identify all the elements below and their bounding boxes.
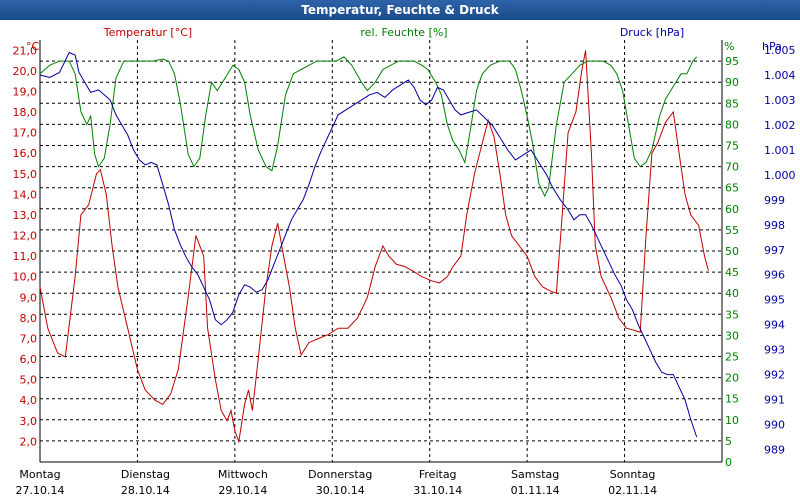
humidity-tick-label: 50 — [725, 245, 739, 258]
x-axis-date-label: 01.11.14 — [511, 484, 560, 497]
humidity-tick-label: 15 — [725, 393, 739, 406]
x-axis-date-label: 29.10.14 — [218, 484, 267, 497]
pressure-tick-label: 1.001 — [764, 144, 796, 157]
temperature-tick-label: 16,0 — [13, 147, 38, 160]
temperature-tick-label: 4,0 — [20, 394, 38, 407]
chart-series — [39, 50, 709, 444]
pressure-tick-label: 990 — [764, 419, 785, 432]
humidity-tick-label: 65 — [725, 182, 739, 195]
humidity-tick-label: 25 — [725, 351, 739, 364]
humidity-tick-label: 0 — [725, 456, 732, 469]
humidity-tick-label: 40 — [725, 287, 739, 300]
humidity-tick-label: 75 — [725, 140, 739, 153]
chart-title: Temperatur, Feuchte & Druck — [0, 0, 800, 20]
temperature-tick-label: 17,0 — [13, 127, 38, 140]
temperature-tick-label: 11,0 — [13, 250, 38, 263]
x-axis-date-label: 31.10.14 — [413, 484, 462, 497]
temperature-tick-label: 6,0 — [20, 353, 38, 366]
x-axis-labels: Montag 27.10.14 Dienstag 28.10.14 Mittwoch 29… — [16, 468, 658, 497]
pressure-tick-label: 992 — [764, 369, 785, 382]
x-axis-day-label: Freitag — [419, 468, 457, 481]
humidity-tick-label: 20 — [725, 372, 739, 385]
pressure-tick-label: 998 — [764, 219, 785, 232]
humidity-line — [39, 56, 698, 198]
pressure-tick-label: 1.003 — [764, 94, 796, 107]
x-axis-day-label: Samstag — [511, 468, 559, 481]
temperature-tick-label: 9,0 — [20, 291, 38, 304]
pressure-tick-label: 993 — [764, 344, 785, 357]
humidity-tick-label: 35 — [725, 308, 739, 321]
temperature-axis-ticks: 2,0 3,0 4,0 5,0 6,0 7,0 8,0 9,0 10,0 11,0 12,0 13,0… — [13, 44, 38, 448]
pressure-tick-label: 996 — [764, 269, 785, 282]
humidity-tick-label: 30 — [725, 329, 739, 342]
x-axis-day-label: Montag — [19, 468, 60, 481]
humidity-tick-label: 95 — [725, 55, 739, 68]
pressure-tick-label: 1.002 — [764, 119, 796, 132]
pressure-tick-label: 991 — [764, 394, 785, 407]
humidity-tick-label: 45 — [725, 266, 739, 279]
temperature-tick-label: 14,0 — [13, 188, 38, 201]
temperature-tick-label: 19,0 — [13, 85, 38, 98]
humidity-tick-label: 5 — [725, 435, 732, 448]
pressure-tick-label: 999 — [764, 194, 785, 207]
humidity-tick-label: 60 — [725, 203, 739, 216]
temperature-tick-label: 8,0 — [20, 312, 38, 325]
temperature-tick-label: 15,0 — [13, 168, 38, 181]
humidity-tick-label: 55 — [725, 224, 739, 237]
temperature-tick-label: 10,0 — [13, 271, 38, 284]
temperature-series-label: Temperatur [°C] — [103, 26, 192, 39]
pressure-tick-label: 997 — [764, 244, 785, 257]
pressure-tick-label: 994 — [764, 319, 785, 332]
pressure-line — [39, 51, 698, 438]
chart-plot: 2,0 3,0 4,0 5,0 6,0 7,0 8,0 9,0 10,0 11,0 12,0 13,0… — [13, 26, 796, 497]
temperature-tick-label: 12,0 — [13, 230, 38, 243]
x-axis-day-label: Mittwoch — [218, 468, 268, 481]
humidity-tick-label: 70 — [725, 161, 739, 174]
pressure-tick-label: 989 — [764, 444, 785, 457]
humidity-tick-label: 80 — [725, 118, 739, 131]
temperature-tick-label: 5,0 — [20, 374, 38, 387]
x-axis-date-label: 02.11.14 — [608, 484, 657, 497]
x-axis-date-label: 28.10.14 — [121, 484, 170, 497]
humidity-tick-label: 10 — [725, 414, 739, 427]
pressure-series-label: Druck [hPa] — [620, 26, 684, 39]
pressure-axis-ticks: 989 990 991 992 993 994 995 996 997 998 999 1.000 1.… — [764, 44, 796, 457]
x-axis-date-label: 30.10.14 — [316, 484, 365, 497]
temperature-tick-label: 7,0 — [20, 332, 38, 345]
humidity-unit-label: % — [724, 40, 734, 53]
x-axis-day-label: Donnerstag — [308, 468, 372, 481]
humidity-tick-label: 90 — [725, 76, 739, 89]
pressure-tick-label: 1.004 — [764, 69, 796, 82]
temperature-tick-label: 20,0 — [13, 65, 38, 78]
temperature-unit-label: °C — [26, 40, 40, 53]
temperature-tick-label: 3,0 — [20, 415, 38, 428]
pressure-tick-label: 1.000 — [764, 169, 796, 182]
pressure-tick-label: 995 — [764, 294, 785, 307]
x-axis-day-label: Dienstag — [121, 468, 170, 481]
humidity-axis-ticks: 0 5 10 15 20 25 30 35 40 45 50 55 60 65 70 75 80 85 90 95 — [725, 55, 739, 469]
temperature-tick-label: 13,0 — [13, 209, 38, 222]
x-axis-date-label: 27.10.14 — [16, 484, 65, 497]
humidity-tick-label: 85 — [725, 97, 739, 110]
pressure-unit-label: hPa — [762, 40, 782, 53]
temperature-tick-label: 2,0 — [20, 435, 38, 448]
x-axis-day-label: Sonntag — [610, 468, 656, 481]
temperature-line — [39, 50, 709, 444]
humidity-series-label: rel. Feuchte [%] — [360, 26, 447, 39]
temperature-tick-label: 18,0 — [13, 106, 38, 119]
